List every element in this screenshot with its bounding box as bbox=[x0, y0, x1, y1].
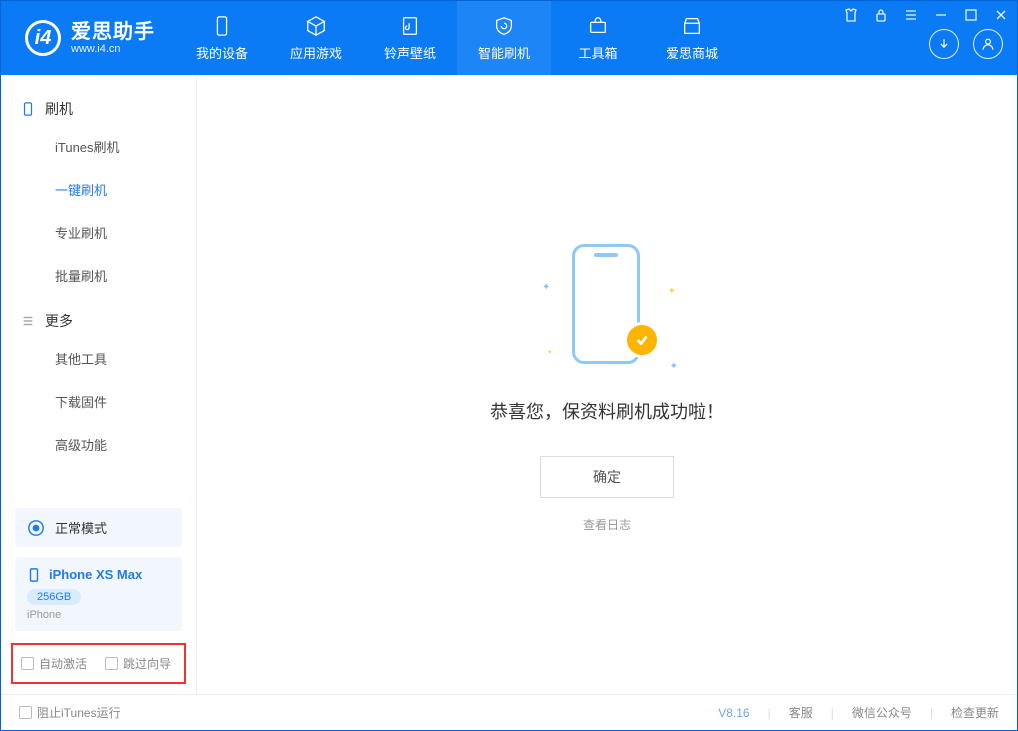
sidebar-item-itunes[interactable]: iTunes刷机 bbox=[1, 125, 196, 168]
tab-flash[interactable]: 智能刷机 bbox=[457, 1, 551, 75]
tab-toolbox[interactable]: 工具箱 bbox=[551, 1, 645, 75]
tab-label: 我的设备 bbox=[196, 43, 248, 62]
checkbox-block-itunes[interactable]: 阻止iTunes运行 bbox=[19, 704, 121, 721]
checkbox-label: 阻止iTunes运行 bbox=[37, 704, 121, 721]
group-label: 更多 bbox=[45, 311, 73, 331]
checkbox-skip-guide[interactable]: 跳过向导 bbox=[105, 655, 171, 672]
checkbox-auto-activate[interactable]: 自动激活 bbox=[21, 655, 87, 672]
checkbox-label: 自动激活 bbox=[39, 655, 87, 672]
body: 刷机 iTunes刷机 一键刷机 专业刷机 批量刷机 更多 其他工具 下载固件 … bbox=[1, 75, 1017, 694]
titlebar-round-buttons bbox=[929, 29, 1003, 59]
lock-icon[interactable] bbox=[873, 7, 889, 23]
cube-icon bbox=[305, 15, 327, 37]
logo: i4 爱思助手 www.i4.cn bbox=[1, 1, 175, 75]
sidebar-group-more: 更多 bbox=[1, 297, 196, 337]
version-label: V8.16 bbox=[718, 706, 749, 720]
highlighted-options: 自动激活 跳过向导 bbox=[11, 643, 186, 684]
window-controls bbox=[843, 7, 1009, 23]
view-log-link[interactable]: 查看日志 bbox=[583, 516, 631, 533]
check-badge-icon bbox=[624, 322, 660, 358]
app-window: i4 爱思助手 www.i4.cn 我的设备 应用游戏 铃声壁纸 智能刷机 bbox=[0, 0, 1018, 731]
device-type: iPhone bbox=[27, 609, 170, 621]
sidebar-item-batch[interactable]: 批量刷机 bbox=[1, 254, 196, 297]
checkbox-icon bbox=[105, 657, 118, 670]
device-name: iPhone XS Max bbox=[49, 567, 142, 582]
checkbox-icon bbox=[19, 706, 32, 719]
titlebar: i4 爱思助手 www.i4.cn 我的设备 应用游戏 铃声壁纸 智能刷机 bbox=[1, 1, 1017, 75]
mode-label: 正常模式 bbox=[55, 518, 107, 537]
download-button[interactable] bbox=[929, 29, 959, 59]
sidebar: 刷机 iTunes刷机 一键刷机 专业刷机 批量刷机 更多 其他工具 下载固件 … bbox=[1, 75, 197, 694]
separator: | bbox=[768, 706, 771, 720]
sparkle-icon: • bbox=[548, 347, 552, 358]
tab-apps[interactable]: 应用游戏 bbox=[269, 1, 363, 75]
sidebar-item-other[interactable]: 其他工具 bbox=[1, 337, 196, 380]
sidebar-item-pro[interactable]: 专业刷机 bbox=[1, 211, 196, 254]
sparkle-icon: ✦ bbox=[668, 286, 676, 297]
tab-store[interactable]: 爱思商城 bbox=[645, 1, 739, 75]
refresh-shield-icon bbox=[493, 15, 515, 37]
list-icon bbox=[21, 314, 35, 328]
success-message: 恭喜您，保资料刷机成功啦！ bbox=[490, 398, 724, 424]
user-button[interactable] bbox=[973, 29, 1003, 59]
app-url: www.i4.cn bbox=[71, 43, 155, 55]
separator: | bbox=[930, 706, 933, 720]
tab-label: 工具箱 bbox=[578, 43, 617, 62]
separator: | bbox=[831, 706, 834, 720]
storage-badge: 256GB bbox=[27, 589, 81, 605]
ok-button[interactable]: 确定 bbox=[540, 456, 674, 498]
tab-device[interactable]: 我的设备 bbox=[175, 1, 269, 75]
device-card[interactable]: iPhone XS Max 256GB iPhone bbox=[15, 557, 182, 631]
checkbox-label: 跳过向导 bbox=[123, 655, 171, 672]
tab-label: 爱思商城 bbox=[666, 43, 718, 62]
mode-icon bbox=[27, 519, 45, 537]
success-panel: ✦ ✦ • ✦ 恭喜您，保资料刷机成功啦！ 确定 查看日志 bbox=[490, 236, 724, 533]
toolbox-icon bbox=[587, 15, 609, 37]
checkbox-icon bbox=[21, 657, 34, 670]
sidebar-item-oneclick[interactable]: 一键刷机 bbox=[1, 168, 196, 211]
device-icon bbox=[27, 568, 41, 582]
maximize-icon[interactable] bbox=[963, 7, 979, 23]
logo-icon: i4 bbox=[25, 20, 61, 56]
sparkle-icon: ✦ bbox=[542, 282, 550, 293]
sidebar-item-advanced[interactable]: 高级功能 bbox=[1, 423, 196, 466]
tab-ringtone[interactable]: 铃声壁纸 bbox=[363, 1, 457, 75]
tab-label: 智能刷机 bbox=[478, 43, 530, 62]
phone-small-icon bbox=[21, 102, 35, 116]
group-label: 刷机 bbox=[45, 99, 73, 119]
store-icon bbox=[681, 15, 703, 37]
menu-icon[interactable] bbox=[903, 7, 919, 23]
phone-icon bbox=[211, 15, 233, 37]
shirt-icon[interactable] bbox=[843, 7, 859, 23]
main-tabs: 我的设备 应用游戏 铃声壁纸 智能刷机 工具箱 爱思商城 bbox=[175, 1, 739, 75]
sidebar-item-firmware[interactable]: 下载固件 bbox=[1, 380, 196, 423]
success-illustration: ✦ ✦ • ✦ bbox=[532, 236, 682, 376]
update-link[interactable]: 检查更新 bbox=[951, 704, 999, 721]
close-icon[interactable] bbox=[993, 7, 1009, 23]
music-icon bbox=[399, 15, 421, 37]
mode-card[interactable]: 正常模式 bbox=[15, 508, 182, 547]
app-name: 爱思助手 bbox=[71, 21, 155, 43]
tab-label: 应用游戏 bbox=[290, 43, 342, 62]
support-link[interactable]: 客服 bbox=[789, 704, 813, 721]
main-content: ✦ ✦ • ✦ 恭喜您，保资料刷机成功啦！ 确定 查看日志 bbox=[197, 75, 1017, 694]
wechat-link[interactable]: 微信公众号 bbox=[852, 704, 912, 721]
tab-label: 铃声壁纸 bbox=[384, 43, 436, 62]
minimize-icon[interactable] bbox=[933, 7, 949, 23]
statusbar: 阻止iTunes运行 V8.16 | 客服 | 微信公众号 | 检查更新 bbox=[1, 694, 1017, 730]
sidebar-group-flash: 刷机 bbox=[1, 85, 196, 125]
sparkle-icon: ✦ bbox=[670, 361, 678, 372]
sidebar-footer: 正常模式 iPhone XS Max 256GB iPhone 自动激活 bbox=[1, 502, 196, 694]
